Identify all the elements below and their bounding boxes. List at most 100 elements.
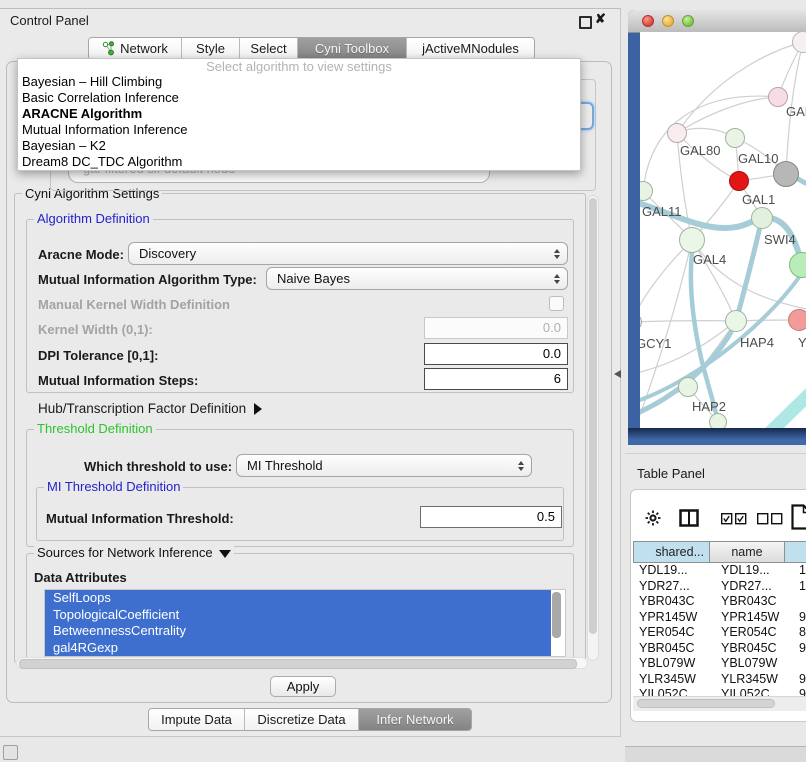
network-node[interactable] bbox=[788, 309, 806, 331]
mi-steps-label: Mutual Information Steps: bbox=[38, 373, 198, 388]
column-header-partial[interactable] bbox=[785, 541, 806, 563]
network-node[interactable] bbox=[725, 310, 747, 332]
cell: YIL052C bbox=[710, 687, 785, 696]
tab-label: jActiveMNodules bbox=[422, 41, 519, 56]
network-node[interactable] bbox=[751, 207, 773, 229]
attribute-item[interactable]: TopologicalCoefficient bbox=[45, 607, 551, 624]
network-node-selected[interactable] bbox=[729, 171, 749, 191]
table-row[interactable]: YER054CYER054C8. bbox=[633, 625, 806, 641]
cell: YDL19... bbox=[633, 563, 710, 579]
stepper-arrows-icon bbox=[554, 243, 560, 264]
tab-impute-data[interactable]: Impute Data bbox=[149, 709, 244, 730]
manual-kernel-checkbox[interactable] bbox=[549, 296, 564, 311]
attribute-item[interactable]: gal4RGexp bbox=[45, 640, 551, 657]
attribute-item[interactable]: SelfLoops bbox=[45, 590, 551, 607]
network-node-label: GAL80 bbox=[680, 143, 720, 158]
control-panel-window: Control Panel ✘ Network Style Select Cyn… bbox=[0, 8, 621, 737]
traffic-light-red-icon[interactable] bbox=[642, 15, 654, 27]
network-node[interactable] bbox=[678, 377, 698, 397]
bottom-right-strip bbox=[625, 746, 806, 762]
gear-icon[interactable] bbox=[645, 510, 661, 529]
tab-network[interactable]: Network bbox=[89, 38, 181, 59]
tab-label: Style bbox=[196, 41, 225, 56]
close-icon[interactable]: ✘ bbox=[595, 11, 606, 27]
network-node-label: SWI4 bbox=[764, 232, 796, 247]
network-node[interactable] bbox=[679, 227, 705, 253]
tab-discretize-data[interactable]: Discretize Data bbox=[244, 709, 358, 730]
algorithm-option[interactable]: Dream8 DC_TDC Algorithm bbox=[18, 154, 580, 170]
minimized-panel-chip[interactable] bbox=[3, 745, 18, 760]
apply-button[interactable]: Apply bbox=[270, 676, 336, 697]
cell: YDR27... bbox=[633, 579, 710, 595]
algorithm-option[interactable]: Bayesian – Hill Climbing bbox=[18, 74, 580, 90]
data-attributes-label: Data Attributes bbox=[34, 570, 127, 585]
cell: YPR145W bbox=[633, 610, 710, 626]
traffic-light-green-icon[interactable] bbox=[682, 15, 694, 27]
document-icon[interactable] bbox=[791, 504, 806, 533]
dpi-tolerance-field[interactable]: 0.0 bbox=[424, 343, 568, 365]
table-row[interactable]: YBR043CYBR043C bbox=[633, 594, 806, 610]
settings-horizontal-scrollbar[interactable] bbox=[16, 657, 588, 669]
panel-divider bbox=[625, 453, 806, 454]
algorithm-option-highlighted[interactable]: ARACNE Algorithm bbox=[18, 106, 580, 122]
tab-cyni-toolbox[interactable]: Cyni Toolbox bbox=[297, 38, 406, 59]
network-node[interactable] bbox=[667, 123, 687, 143]
data-attributes-list: SelfLoops TopologicalCoefficient Between… bbox=[44, 589, 566, 657]
attribute-item[interactable]: BetweennessCentrality bbox=[45, 623, 551, 640]
hub-definition-expander[interactable]: Hub/Transcription Factor Definition bbox=[38, 401, 262, 416]
table-row[interactable]: YPR145WYPR145W9. bbox=[633, 610, 806, 626]
mi-steps-field[interactable]: 6 bbox=[424, 368, 568, 390]
settings-vertical-scrollbar[interactable] bbox=[587, 195, 599, 661]
tab-jactivemnodules[interactable]: jActiveMNodules bbox=[406, 38, 534, 59]
tab-select[interactable]: Select bbox=[239, 38, 297, 59]
mi-threshold-group-title: MI Threshold Definition bbox=[44, 480, 183, 494]
table-horizontal-scrollbar[interactable] bbox=[633, 696, 806, 711]
kernel-width-label: Kernel Width (0,1): bbox=[38, 322, 153, 337]
network-node-label: Y bbox=[798, 335, 806, 350]
network-canvas[interactable]: GAL7 GAL80 GAL10 GAL1 GAL11 SWI4 GAL4 GC… bbox=[640, 32, 806, 428]
cell: YBL079W bbox=[710, 656, 785, 672]
checked-columns-icon[interactable] bbox=[721, 513, 747, 528]
table-row[interactable]: YLR345WYLR345W9. bbox=[633, 672, 806, 688]
column-header-name[interactable]: name bbox=[710, 541, 785, 563]
attributes-list-scrollbar[interactable] bbox=[552, 592, 561, 638]
cell: YDR27... bbox=[710, 579, 785, 595]
table-row[interactable]: YBL079WYBL079W bbox=[633, 656, 806, 672]
network-window-titlebar[interactable] bbox=[628, 10, 806, 33]
tab-infer-network[interactable]: Infer Network bbox=[358, 709, 471, 730]
aracne-mode-combo[interactable]: Discovery bbox=[128, 242, 568, 265]
cyni-bottom-tabbar: Impute Data Discretize Data Infer Networ… bbox=[148, 708, 472, 731]
table-row[interactable]: YIL052CYIL052C9 bbox=[633, 687, 806, 696]
float-window-icon[interactable] bbox=[579, 16, 592, 29]
table-row[interactable]: YDL19...YDL19...13 bbox=[633, 563, 806, 579]
mi-type-combo[interactable]: Naive Bayes bbox=[266, 267, 568, 290]
cell: YIL052C bbox=[633, 687, 710, 696]
which-threshold-combo[interactable]: MI Threshold bbox=[236, 454, 532, 477]
column-header-shared-name[interactable]: shared... bbox=[633, 541, 710, 563]
table-row[interactable]: YDR27...YDR27...12 bbox=[633, 579, 806, 595]
network-node[interactable] bbox=[768, 87, 788, 107]
table-header-row: shared... name bbox=[633, 541, 806, 563]
sources-group-expander[interactable]: Sources for Network Inference bbox=[34, 546, 234, 560]
cell: YBL079W bbox=[633, 656, 710, 672]
algorithm-option[interactable]: Bayesian – K2 bbox=[18, 138, 580, 154]
kernel-width-field[interactable]: 0.0 bbox=[424, 317, 568, 339]
columns-icon[interactable] bbox=[679, 509, 699, 530]
cell: YBR043C bbox=[710, 594, 785, 610]
mi-threshold-field[interactable]: 0.5 bbox=[420, 506, 562, 528]
highlighted-edge bbox=[758, 374, 806, 428]
algorithm-option[interactable]: Basic Correlation Inference bbox=[18, 90, 580, 106]
cell: YPR145W bbox=[710, 610, 785, 626]
stepper-arrows-icon bbox=[518, 455, 524, 476]
algorithm-definition-title: Algorithm Definition bbox=[34, 212, 153, 226]
traffic-light-yellow-icon[interactable] bbox=[662, 15, 674, 27]
network-node-label: GAL7 bbox=[786, 104, 806, 119]
network-node[interactable] bbox=[709, 413, 727, 428]
mouse-cursor bbox=[614, 370, 621, 378]
network-node[interactable] bbox=[725, 128, 745, 148]
network-window-frame bbox=[628, 428, 806, 445]
tab-style[interactable]: Style bbox=[181, 38, 239, 59]
unchecked-columns-icon[interactable] bbox=[757, 513, 783, 528]
table-row[interactable]: YBR045CYBR045C9. bbox=[633, 641, 806, 657]
algorithm-option[interactable]: Mutual Information Inference bbox=[18, 122, 580, 138]
